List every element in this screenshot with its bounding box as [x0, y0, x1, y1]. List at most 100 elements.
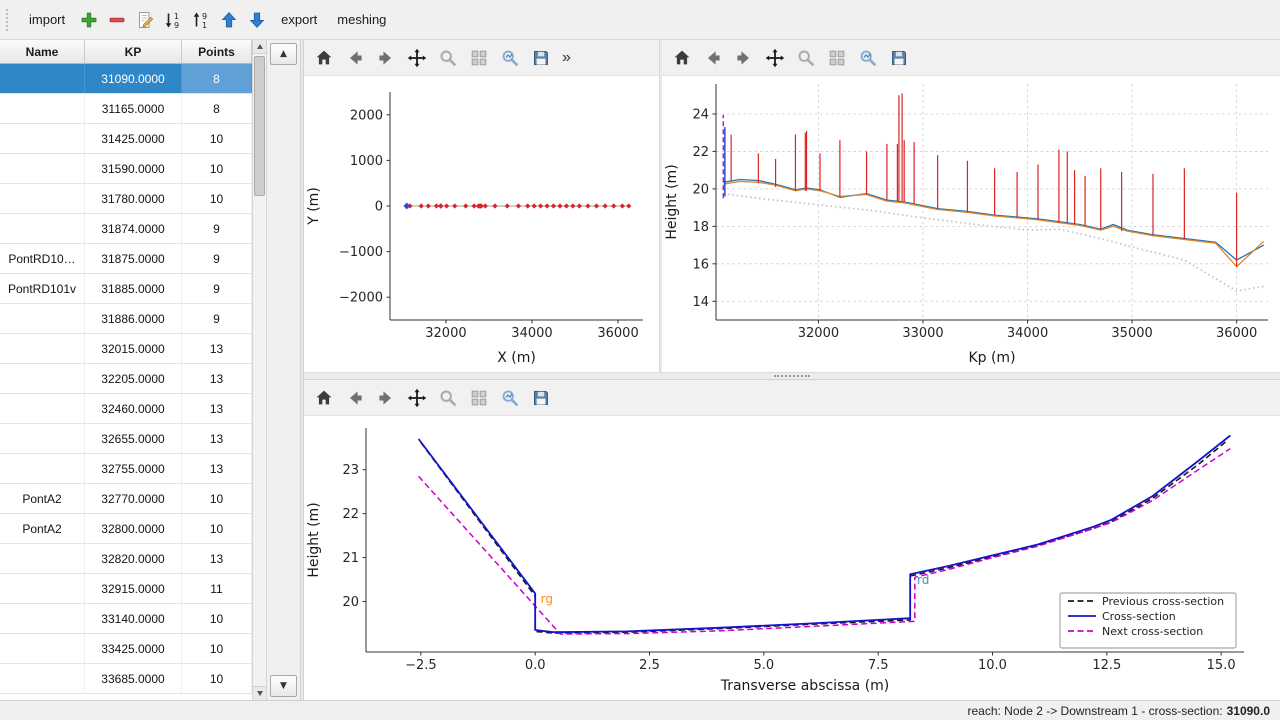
customize-button[interactable]: [496, 44, 524, 72]
menu-import[interactable]: import: [20, 7, 74, 32]
svg-text:10.0: 10.0: [978, 658, 1007, 673]
home-button[interactable]: [668, 44, 696, 72]
edit-button[interactable]: [132, 7, 158, 33]
table-row[interactable]: 33140.000010: [0, 604, 252, 634]
cell-points: 9: [182, 304, 252, 333]
home-button[interactable]: [310, 44, 338, 72]
table-row[interactable]: 32820.000013: [0, 544, 252, 574]
splitter-handle-icon: [774, 375, 810, 377]
table-row[interactable]: 31425.000010: [0, 124, 252, 154]
table-row[interactable]: 33425.000010: [0, 634, 252, 664]
table-row[interactable]: 31590.000010: [0, 154, 252, 184]
cell-points: 8: [182, 64, 252, 93]
cell-points: 10: [182, 664, 252, 693]
back-button[interactable]: [341, 384, 369, 412]
column-header-kp[interactable]: KP: [85, 40, 182, 63]
column-header-points[interactable]: Points: [182, 40, 252, 63]
save-icon: [889, 48, 909, 68]
svg-text:15.0: 15.0: [1207, 658, 1236, 673]
cross-section-toolbar: [304, 380, 1280, 416]
svg-text:18: 18: [692, 220, 709, 235]
cross-sections-table: NameKPPoints31090.0000831165.0000831425.…: [0, 40, 252, 700]
forward-button[interactable]: [730, 44, 758, 72]
table-row[interactable]: 32655.000013: [0, 424, 252, 454]
save-button[interactable]: [885, 44, 913, 72]
scroll-down-button[interactable]: [253, 686, 266, 700]
column-header-name[interactable]: Name: [0, 40, 85, 63]
cell-kp: 33685.0000: [85, 664, 182, 693]
forward-button[interactable]: [372, 44, 400, 72]
cell-kp: 32820.0000: [85, 544, 182, 573]
table-row[interactable]: 32915.000011: [0, 574, 252, 604]
scroll-up-icon: [257, 44, 263, 49]
zoom-button[interactable]: [792, 44, 820, 72]
zoom-button[interactable]: [434, 384, 462, 412]
table-row[interactable]: 31886.00009: [0, 304, 252, 334]
move-row-up-button[interactable]: ▲: [270, 43, 297, 65]
pan-button[interactable]: [403, 44, 431, 72]
cell-name: PontRD101v: [0, 274, 85, 303]
back-button[interactable]: [341, 44, 369, 72]
table-row[interactable]: PontA232770.000010: [0, 484, 252, 514]
table-row[interactable]: 31165.00008: [0, 94, 252, 124]
pan-button[interactable]: [761, 44, 789, 72]
longitudinal-profile-chart[interactable]: 3200033000340003500036000141618202224Kp …: [662, 76, 1280, 372]
save-button[interactable]: [527, 384, 555, 412]
save-icon: [531, 388, 551, 408]
table-row[interactable]: 32205.000013: [0, 364, 252, 394]
svg-text:33000: 33000: [902, 326, 943, 341]
cell-kp: 31780.0000: [85, 184, 182, 213]
cell-points: 11: [182, 574, 252, 603]
toolbar-overflow-button[interactable]: »: [562, 49, 571, 67]
table-row[interactable]: 31090.00008: [0, 64, 252, 94]
subplots-button[interactable]: [465, 44, 493, 72]
home-button[interactable]: [310, 384, 338, 412]
pan-button[interactable]: [403, 384, 431, 412]
table-row[interactable]: PontRD10…31875.00009: [0, 244, 252, 274]
sort-descending-button[interactable]: 91: [188, 7, 214, 33]
customize-button[interactable]: [854, 44, 882, 72]
back-icon: [345, 48, 365, 68]
move-up-button[interactable]: [216, 7, 242, 33]
subplots-button[interactable]: [823, 44, 851, 72]
customize-icon: [500, 388, 520, 408]
remove-button[interactable]: [104, 7, 130, 33]
table-row[interactable]: 32755.000013: [0, 454, 252, 484]
svg-text:1: 1: [174, 12, 179, 21]
svg-text:Kp (m): Kp (m): [968, 350, 1015, 366]
back-button[interactable]: [699, 44, 727, 72]
save-button[interactable]: [527, 44, 555, 72]
table-scrollbar[interactable]: [252, 40, 266, 700]
table-row[interactable]: 31780.000010: [0, 184, 252, 214]
add-button[interactable]: [76, 7, 102, 33]
cell-kp: 32015.0000: [85, 334, 182, 363]
table-row[interactable]: 32015.000013: [0, 334, 252, 364]
scrollbar-thumb[interactable]: [254, 56, 265, 196]
cell-kp: 31425.0000: [85, 124, 182, 153]
pan-icon: [765, 48, 785, 68]
table-row[interactable]: PontA232800.000010: [0, 514, 252, 544]
subplots-button[interactable]: [465, 384, 493, 412]
menu-meshing[interactable]: meshing: [328, 7, 395, 32]
home-icon: [672, 48, 692, 68]
sort-ascending-button[interactable]: 19: [160, 7, 186, 33]
forward-button[interactable]: [372, 384, 400, 412]
horizontal-splitter[interactable]: [304, 372, 1280, 380]
table-row[interactable]: PontRD101v31885.00009: [0, 274, 252, 304]
customize-button[interactable]: [496, 384, 524, 412]
svg-text:Y (m): Y (m): [306, 187, 322, 226]
table-row[interactable]: 31874.00009: [0, 214, 252, 244]
menu-export[interactable]: export: [272, 7, 326, 32]
zoom-button[interactable]: [434, 44, 462, 72]
cell-name: [0, 154, 85, 183]
table-row[interactable]: 32460.000013: [0, 394, 252, 424]
cell-kp: 32770.0000: [85, 484, 182, 513]
cell-name: [0, 334, 85, 363]
move-row-down-button[interactable]: ▼: [270, 675, 297, 697]
plan-view-chart[interactable]: 320003400036000−2000−1000010002000X (m)Y…: [304, 76, 659, 372]
scroll-up-button[interactable]: [253, 40, 266, 54]
cross-section-chart[interactable]: rgrd−2.50.02.55.07.510.012.515.020212223…: [304, 416, 1280, 700]
move-down-button[interactable]: [244, 7, 270, 33]
table-row[interactable]: 33685.000010: [0, 664, 252, 694]
toolbar-grip[interactable]: [6, 9, 12, 31]
